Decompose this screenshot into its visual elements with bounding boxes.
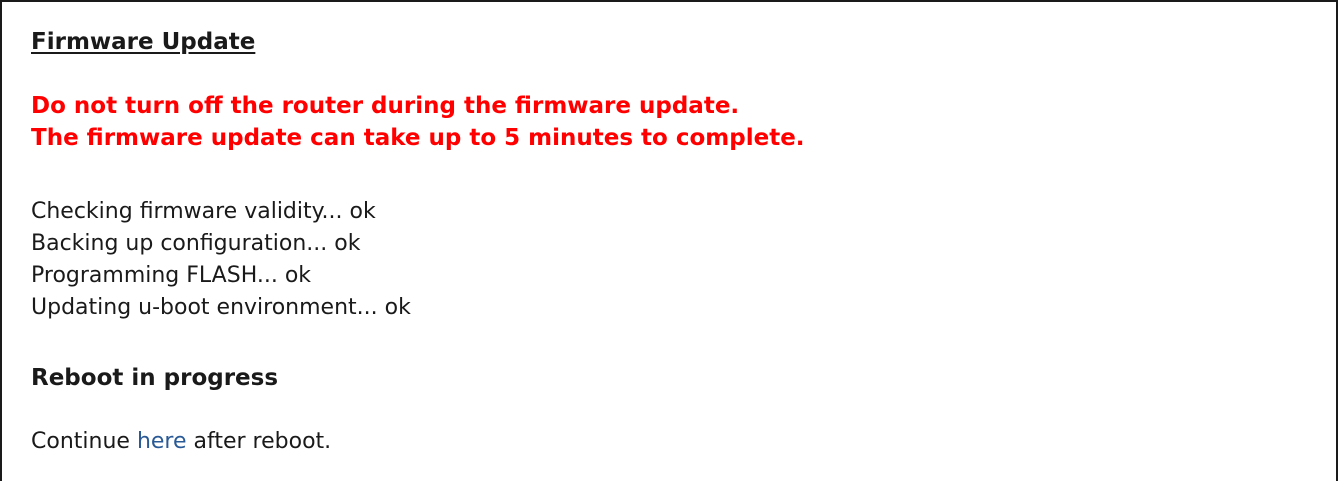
page-title: Firmware Update [31,29,256,55]
log-line-flash: Programming FLASH... ok [31,263,312,288]
continue-here-link[interactable]: here [137,429,187,454]
log-line-uboot: Updating u-boot environment... ok [31,295,411,320]
continue-suffix: after reboot. [193,429,332,454]
log-line-backup: Backing up configuration... ok [31,231,361,256]
continue-prefix: Continue [31,429,130,454]
continue-message: Continue here after reboot. [31,426,331,458]
warning-line-power: Do not turn off the router during the fi… [31,93,740,119]
log-line-validity: Checking firmware validity... ok [31,199,376,224]
update-log: Checking firmware validity... ok Backing… [31,196,411,324]
reboot-heading: Reboot in progress [31,365,279,391]
firmware-update-panel: Firmware Update Do not turn off the rout… [0,0,1338,481]
warning-line-duration: The firmware update can take up to 5 min… [31,125,805,151]
warning-message: Do not turn off the router during the fi… [31,90,805,154]
